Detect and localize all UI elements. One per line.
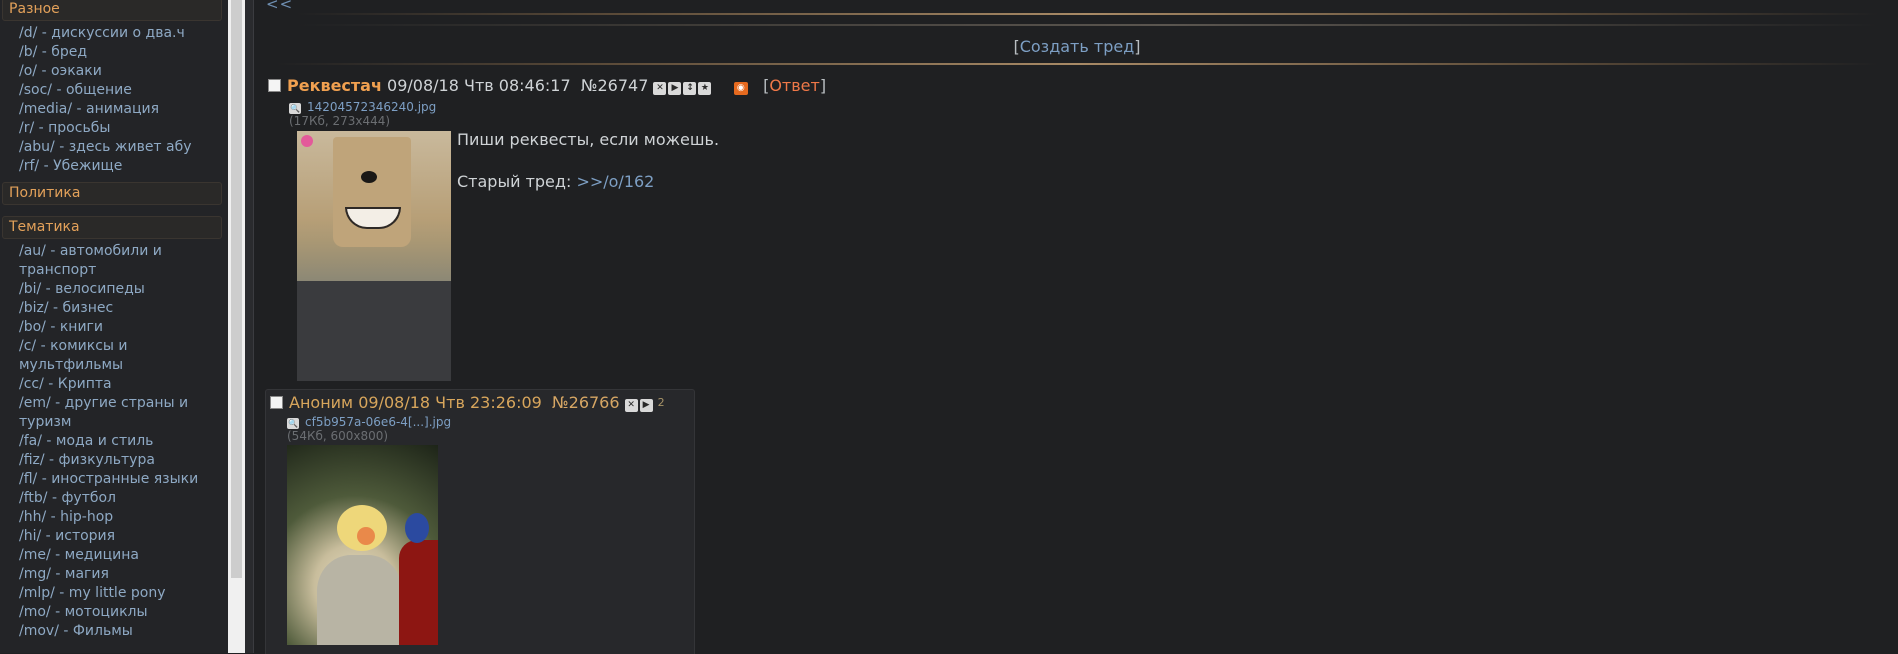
file-info: 🔍 14204572346240.jpg (17Кб, 273x444) [289,100,436,128]
board-link[interactable]: /em/ - другие страны и туризм [19,394,209,432]
star-icon[interactable]: ★ [698,82,712,95]
board-link[interactable]: /fa/ - мода и стиль [19,432,209,451]
file-meta: (17Кб, 273x444) [289,114,391,128]
board-link[interactable]: /ftb/ - футбол [19,489,209,508]
post-checkbox[interactable] [270,396,283,409]
board-link[interactable]: /media/ - анимация [19,100,209,119]
divider [296,24,1878,26]
reply-link: [Ответ] [763,76,826,95]
board-link[interactable]: /soc/ - общение [19,81,209,100]
frame-divider [245,0,254,653]
file-name[interactable]: 14204572346240.jpg [307,100,436,114]
post-date: 09/08/18 Чтв 08:46:17 [387,76,571,95]
post-image[interactable] [297,131,451,381]
post-image[interactable] [287,445,438,645]
board-link[interactable]: /mlp/ - my little pony [19,584,209,603]
back-link[interactable]: << [266,0,293,13]
sidebar-scrollbar-thumb[interactable] [231,0,242,578]
board-link[interactable]: /c/ - комиксы и мультфильмы [19,337,209,375]
board-link[interactable]: /rf/ - Убежище [19,157,209,176]
divider [276,63,1878,65]
board-list-misc: /d/ - дискуссии о два.ч /b/ - бред /o/ -… [0,24,228,176]
post-header: Аноним 09/08/18 Чтв 23:26:09 №26766 ✕ ▶ 2 [270,393,665,412]
zoom-icon[interactable]: 🔍 [289,103,301,114]
post-date: 09/08/18 Чтв 23:26:09 [358,393,542,412]
post-text: Старый тред: >>/o/162 [457,172,719,192]
image-detail [405,513,429,543]
file-info: 🔍 cf5b957a-06e6-4[...].jpg (54Кб, 600x800… [287,415,451,443]
image-figure [333,137,411,247]
post-subject: Реквестач [287,76,382,95]
board-link[interactable]: /bo/ - книги [19,318,209,337]
category-header-misc[interactable]: Разное [2,0,222,21]
board-link[interactable]: /fl/ - иностранные языки [19,470,209,489]
sticker-icon [301,135,313,147]
hide-icon[interactable]: ✕ [653,82,667,95]
reply-button[interactable]: Ответ [769,76,820,95]
expand-icon[interactable]: ↕ [683,82,697,95]
post-author: Аноним [289,393,354,412]
board-link[interactable]: /mg/ - магия [19,565,209,584]
board-link[interactable]: /me/ - медицина [19,546,209,565]
board-link[interactable]: /b/ - бред [19,43,209,62]
board-link[interactable]: /d/ - дискуссии о два.ч [19,24,209,43]
board-link[interactable]: /bi/ - велосипеды [19,280,209,299]
board-link[interactable]: /mo/ - мотоциклы [19,603,209,622]
sidebar: Разное /d/ - дискуссии о два.ч /b/ - бре… [0,0,228,653]
bracket: ] [1134,37,1141,56]
board-link[interactable]: /fiz/ - физкультура [19,451,209,470]
image-detail [357,527,375,545]
board-link[interactable]: /cc/ - Крипта [19,375,209,394]
rss-icon[interactable]: ◉ [733,82,748,95]
board-link[interactable]: /biz/ - бизнес [19,299,209,318]
bracket: ] [819,76,827,95]
board-link[interactable]: /o/ - оэкаки [19,62,209,81]
post-number[interactable]: №26747 [581,76,649,95]
board-link[interactable]: /hi/ - история [19,527,209,546]
file-name[interactable]: cf5b957a-06e6-4[...].jpg [305,415,451,429]
image-detail [317,555,402,645]
image-detail [345,207,401,229]
category-header-politics[interactable]: Политика [2,182,222,205]
post-text: Пиши реквесты, если можешь. [457,130,720,149]
category-header-thematic[interactable]: Тематика [2,216,222,239]
quote-link[interactable]: >>/o/162 [576,172,654,191]
board-link[interactable]: /r/ - просьбы [19,119,209,138]
reply-count: 2 [657,396,665,409]
image-detail [399,540,438,645]
post-checkbox[interactable] [268,79,281,92]
zoom-icon[interactable]: 🔍 [287,418,299,429]
post-body: Пиши реквесты, если можешь. Старый тред:… [457,130,719,192]
post-header: Реквестач 09/08/18 Чтв 08:46:17 №26747 ✕… [268,76,1068,95]
post-text-prefix: Старый тред: [457,172,577,191]
divider [296,13,1878,15]
board-link[interactable]: /abu/ - здесь живет абу [19,138,209,157]
post-number[interactable]: №26766 [552,393,620,412]
board-link[interactable]: /au/ - автомобили и транспорт [19,242,209,280]
image-detail [297,281,451,381]
image-detail [361,171,377,183]
reply-post: Аноним 09/08/18 Чтв 23:26:09 №26766 ✕ ▶ 2 … [265,389,695,654]
create-thread-link[interactable]: Создать тред [1020,37,1135,56]
play-icon[interactable]: ▶ [668,82,682,95]
board-link[interactable]: /mov/ - Фильмы [19,622,209,641]
file-meta: (54Кб, 600x800) [287,429,389,443]
board-list-thematic: /au/ - автомобили и транспорт /bi/ - вел… [0,242,228,641]
op-post: Реквестач 09/08/18 Чтв 08:46:17 №26747 ✕… [268,76,1068,381]
create-thread: [Создать тред] [256,37,1898,56]
play-icon[interactable]: ▶ [639,399,653,412]
thread-view: << [Создать тред] Реквестач 09/08/18 Чтв… [256,0,1898,654]
board-link[interactable]: /hh/ - hip-hop [19,508,209,527]
hide-icon[interactable]: ✕ [624,399,638,412]
